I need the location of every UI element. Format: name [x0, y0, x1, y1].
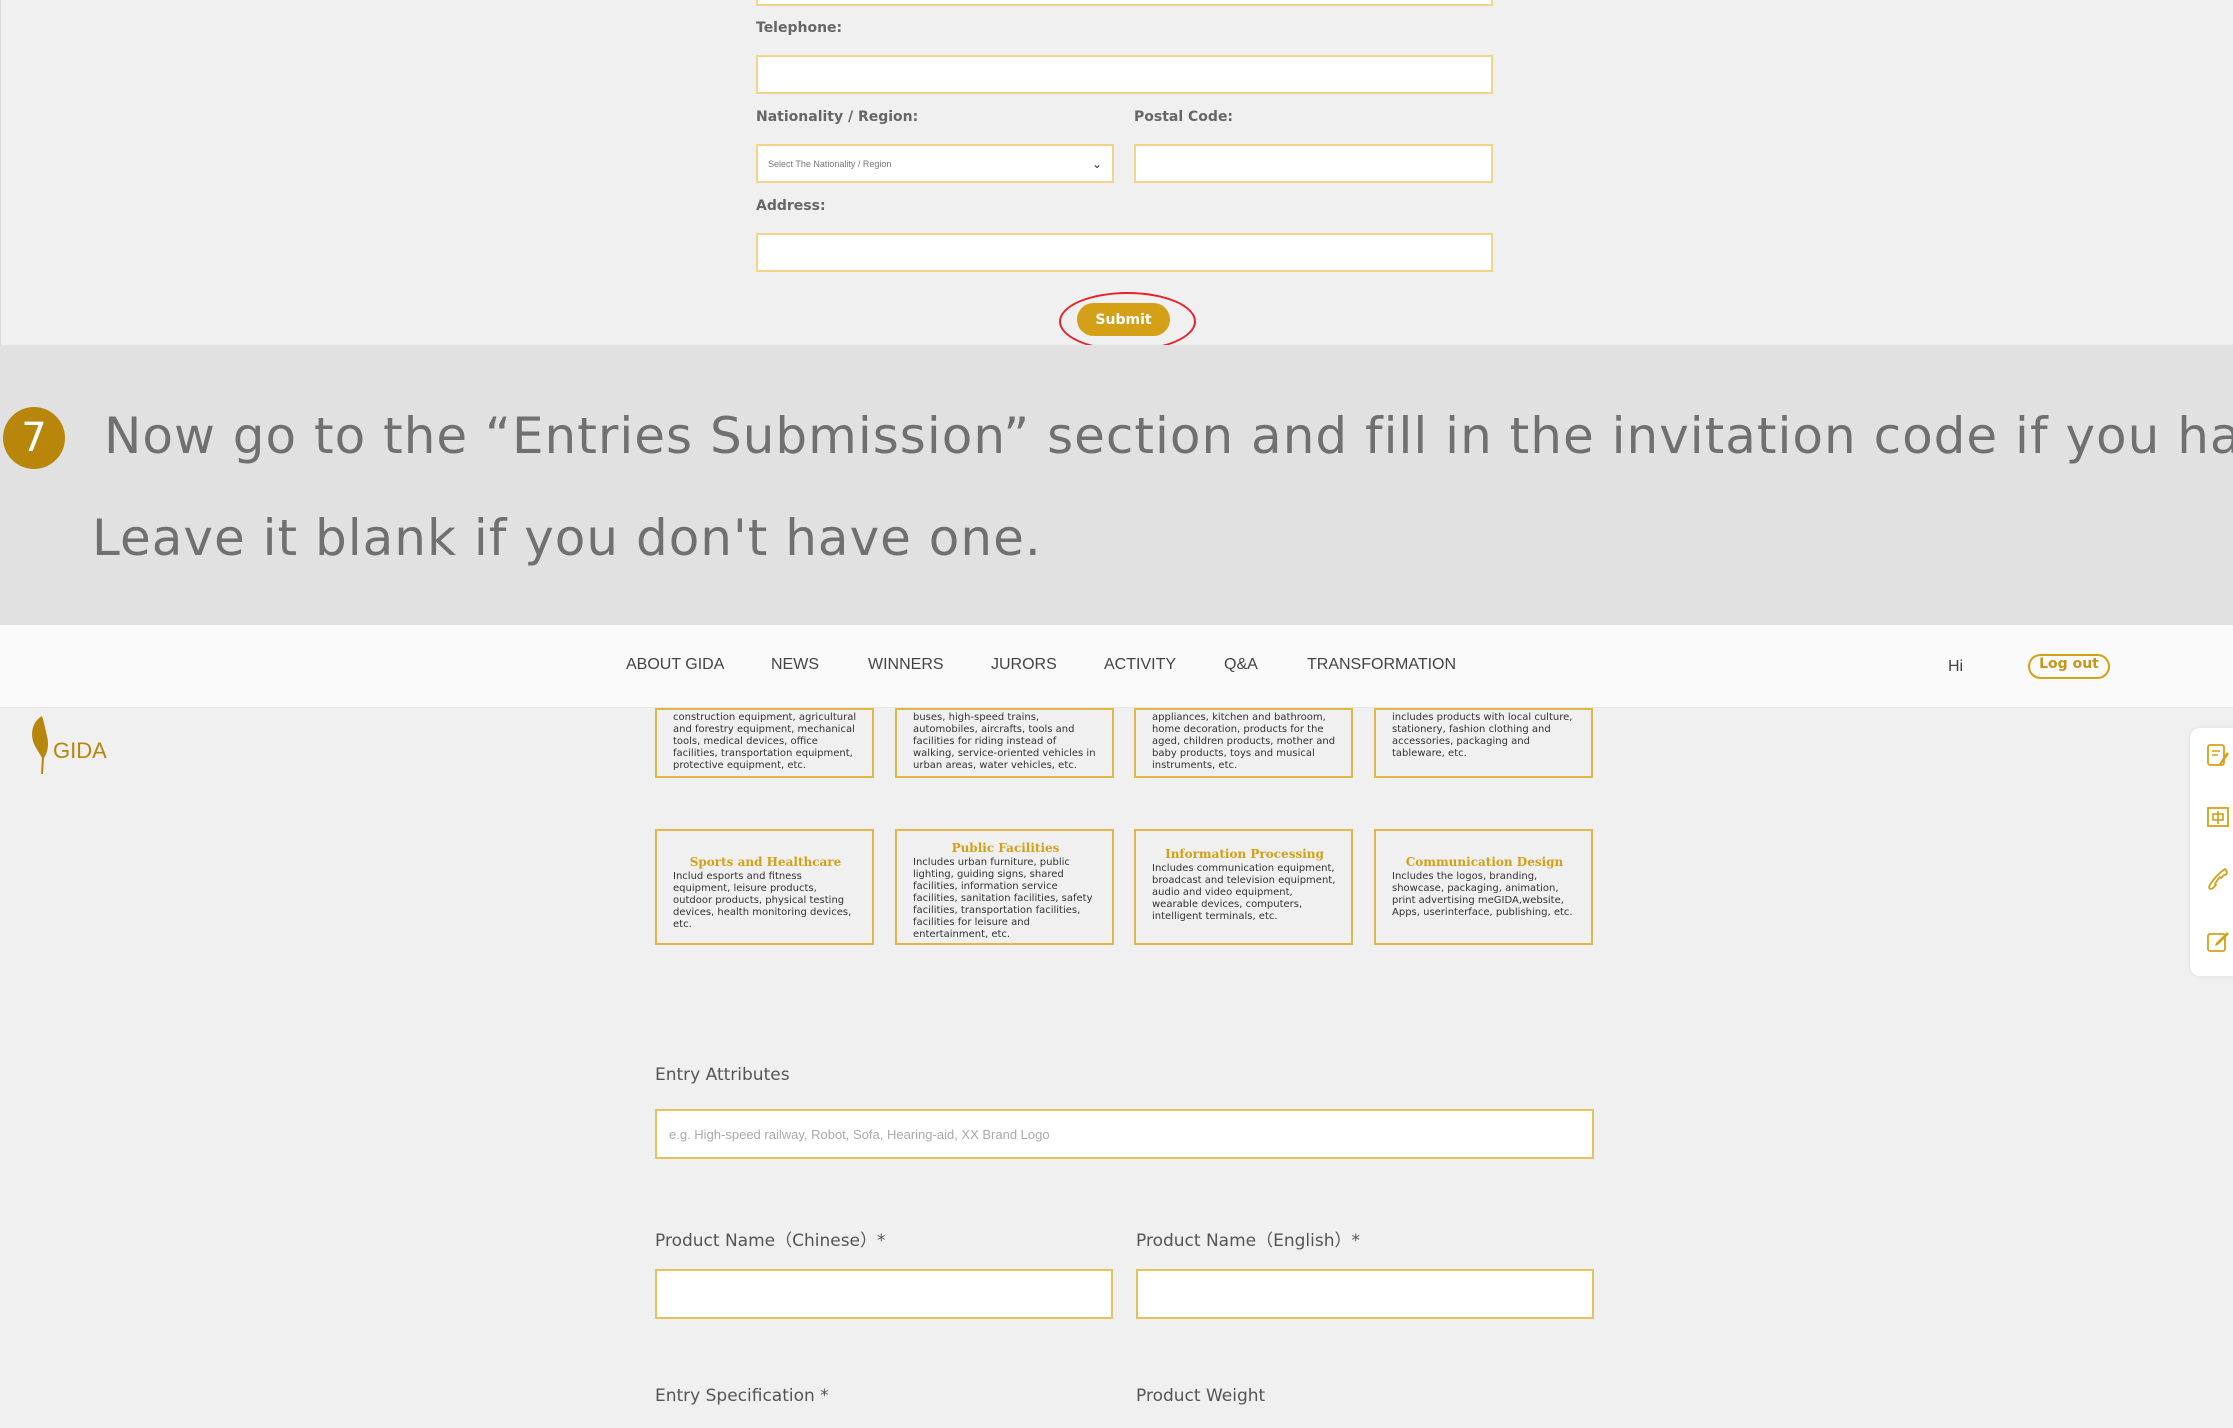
- category-card-communication[interactable]: Communication Design Includes the logos,…: [1374, 829, 1593, 945]
- side-toolbar: [2190, 728, 2233, 976]
- product-name-cn-label: Product Name（Chinese）*: [655, 1231, 886, 1251]
- postal-code-input[interactable]: [1134, 144, 1493, 183]
- category-card-information[interactable]: Information Processing Includes communic…: [1134, 829, 1353, 945]
- product-weight-label: Product Weight: [1136, 1386, 1266, 1406]
- previous-field-input[interactable]: [756, 0, 1493, 6]
- language-cn-icon[interactable]: [2205, 804, 2231, 830]
- edit-form-icon[interactable]: [2205, 742, 2231, 768]
- category-title: Information Processing: [1165, 847, 1324, 861]
- category-desc: Includes urban furniture, public lightin…: [913, 857, 1093, 940]
- instruction-band: [0, 345, 2233, 625]
- product-name-en-label: Product Name（English）*: [1136, 1231, 1360, 1251]
- nav-activity[interactable]: ACTIVITY: [1104, 656, 1176, 674]
- telephone-input[interactable]: [756, 55, 1493, 94]
- nav-qa[interactable]: Q&A: [1224, 656, 1258, 674]
- category-card-home[interactable]: appliances, kitchen and bathroom, home d…: [1134, 708, 1353, 778]
- phone-icon[interactable]: [2205, 866, 2231, 892]
- category-desc: Includes communication equipment, broadc…: [1152, 863, 1336, 922]
- telephone-label: Telephone:: [756, 20, 843, 36]
- address-label: Address:: [756, 198, 826, 214]
- write-icon[interactable]: [2205, 928, 2231, 954]
- nav-news[interactable]: NEWS: [771, 656, 819, 674]
- category-title: Communication Design: [1405, 855, 1564, 869]
- category-desc: construction equipment, agricultural and…: [673, 712, 857, 771]
- nav-jurors[interactable]: JURORS: [991, 656, 1057, 674]
- logo-text: GIDA: [53, 738, 107, 763]
- chevron-down-icon: ⌄: [1091, 156, 1102, 171]
- category-card-culture[interactable]: includes products with local culture, st…: [1374, 708, 1593, 778]
- category-desc: Includ esports and fitness equipment, le…: [673, 871, 852, 930]
- nationality-selected-value: Select The Nationality / Region: [768, 158, 892, 169]
- category-desc: buses, high-speed trains, automobiles, a…: [913, 712, 1096, 771]
- nav-winners[interactable]: WINNERS: [868, 656, 944, 674]
- instruction-line-2: Leave it blank if you don't have one.: [92, 509, 1042, 567]
- category-card-transportation[interactable]: buses, high-speed trains, automobiles, a…: [895, 708, 1114, 778]
- top-navbar: ABOUT GIDA NEWS WINNERS JURORS ACTIVITY …: [0, 625, 2233, 708]
- logout-button[interactable]: Log out: [2028, 654, 2110, 679]
- category-card-sports[interactable]: Sports and Healthcare Includ esports and…: [655, 829, 874, 945]
- gida-logo[interactable]: GIDA: [28, 714, 107, 776]
- nav-transformation[interactable]: TRANSFORMATION: [1307, 656, 1456, 674]
- feather-logo-icon: [32, 716, 48, 774]
- entry-attributes-label: Entry Attributes: [655, 1065, 790, 1085]
- product-name-en-input[interactable]: [1136, 1269, 1594, 1319]
- highlight-annotation-ring: [1059, 292, 1196, 351]
- nav-about-gida[interactable]: ABOUT GIDA: [626, 656, 724, 674]
- postal-code-label: Postal Code:: [1134, 109, 1234, 125]
- category-desc: appliances, kitchen and bathroom, home d…: [1152, 712, 1336, 771]
- user-greeting: Hi: [1948, 658, 1964, 675]
- nationality-select[interactable]: Select The Nationality / Region ⌄: [756, 144, 1114, 183]
- category-desc: includes products with local culture, st…: [1392, 712, 1573, 759]
- entry-attributes-input[interactable]: e.g. High-speed railway, Robot, Sofa, He…: [655, 1109, 1594, 1159]
- step-number-badge: 7: [3, 407, 65, 469]
- category-title: Sports and Healthcare: [689, 855, 842, 869]
- nationality-label: Nationality / Region:: [756, 109, 919, 125]
- category-title: Public Facilities: [951, 841, 1060, 855]
- address-input[interactable]: [756, 233, 1493, 272]
- tutorial-screenshot: Telephone: Nationality / Region: Postal …: [0, 0, 2233, 1428]
- entry-specification-label: Entry Specification *: [655, 1386, 829, 1406]
- contact-form-section: Telephone: Nationality / Region: Postal …: [0, 0, 2233, 351]
- product-name-cn-input[interactable]: [655, 1269, 1113, 1319]
- category-desc: Includes the logos, branding, showcase, …: [1392, 871, 1573, 918]
- instruction-line-1: Now go to the “Entries Submission” secti…: [104, 407, 2233, 465]
- category-card-public[interactable]: Public Facilities Includes urban furnitu…: [895, 829, 1114, 945]
- category-card-industrial[interactable]: construction equipment, agricultural and…: [655, 708, 874, 778]
